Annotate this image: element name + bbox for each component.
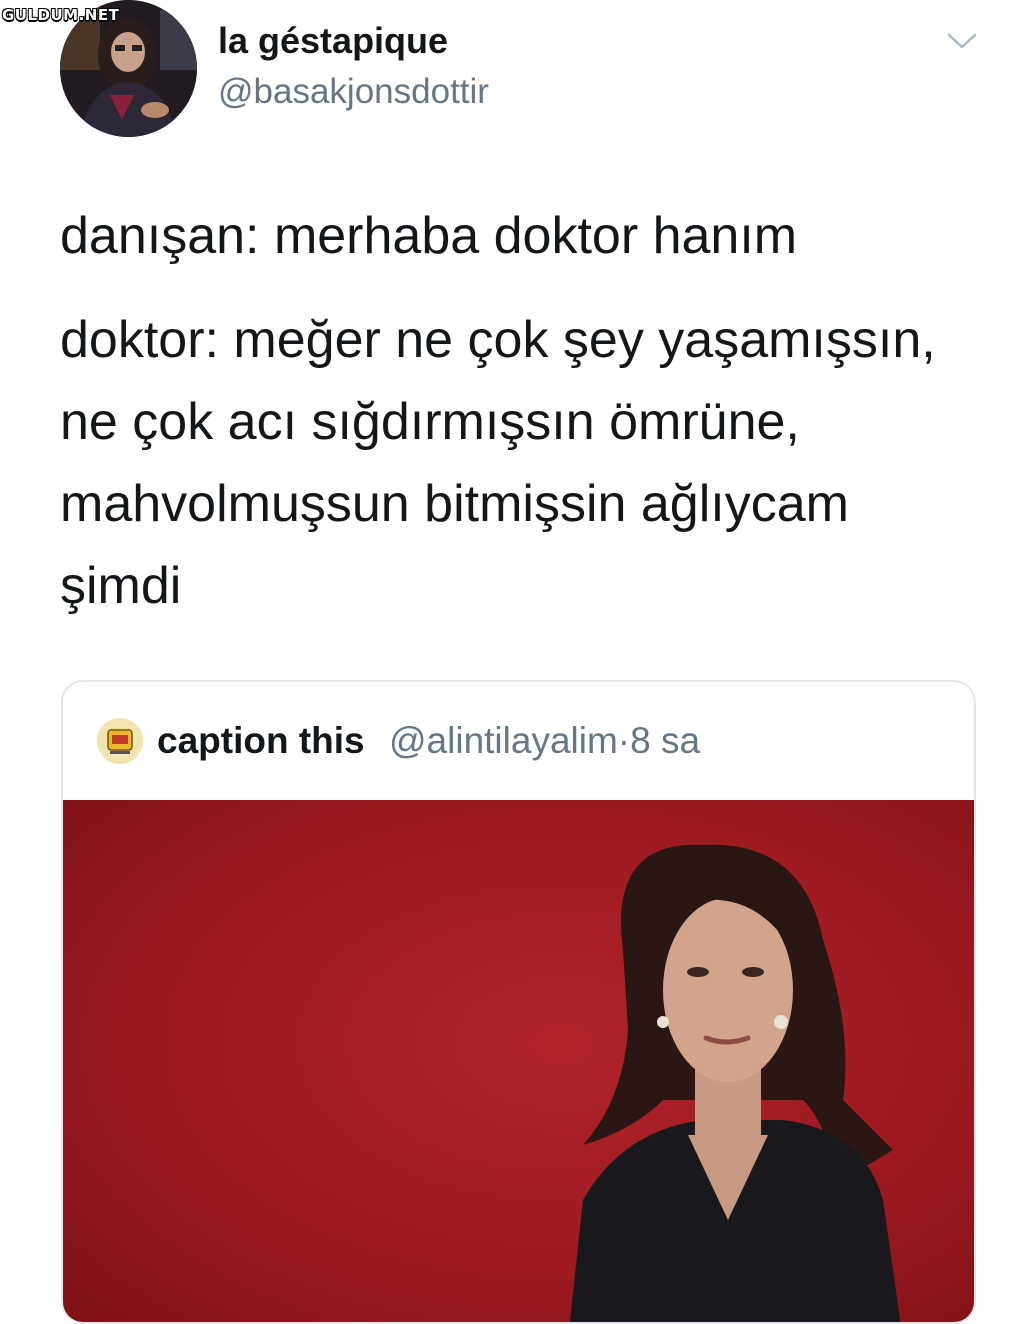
chevron-down-icon bbox=[947, 33, 977, 49]
quoted-author-avatar[interactable] bbox=[97, 718, 143, 764]
quoted-tweet-card[interactable]: caption this @alintilayalim·8 sa bbox=[61, 680, 976, 1324]
quoted-author-name[interactable]: caption this bbox=[157, 720, 365, 762]
author-handle[interactable]: @basakjonsdottir bbox=[218, 72, 489, 112]
quoted-tweet-time[interactable]: 8 sa bbox=[630, 720, 700, 761]
tweet-menu-button[interactable] bbox=[946, 30, 978, 52]
quoted-author-meta: @alintilayalim·8 sa bbox=[389, 720, 700, 762]
tweet-text-paragraph: doktor: meğer ne çok şey yaşamışsın, ne … bbox=[60, 311, 936, 615]
site-watermark: GULDUM.NET bbox=[2, 6, 120, 24]
quoted-author-avatar-image bbox=[97, 718, 143, 764]
quoted-author-handle[interactable]: @alintilayalim bbox=[389, 720, 618, 761]
quoted-tweet-header: caption this @alintilayalim·8 sa bbox=[63, 682, 974, 800]
tweet-text-line: danışan: merhaba doktor hanım bbox=[60, 207, 798, 265]
tweet-text: danışan: merhaba doktor hanım doktor: me… bbox=[60, 195, 1000, 627]
meta-separator: · bbox=[617, 720, 631, 761]
portrait-photo bbox=[569, 844, 901, 1322]
author-name[interactable]: la géstapique bbox=[218, 20, 448, 62]
quoted-tweet-photo[interactable] bbox=[63, 800, 974, 1322]
